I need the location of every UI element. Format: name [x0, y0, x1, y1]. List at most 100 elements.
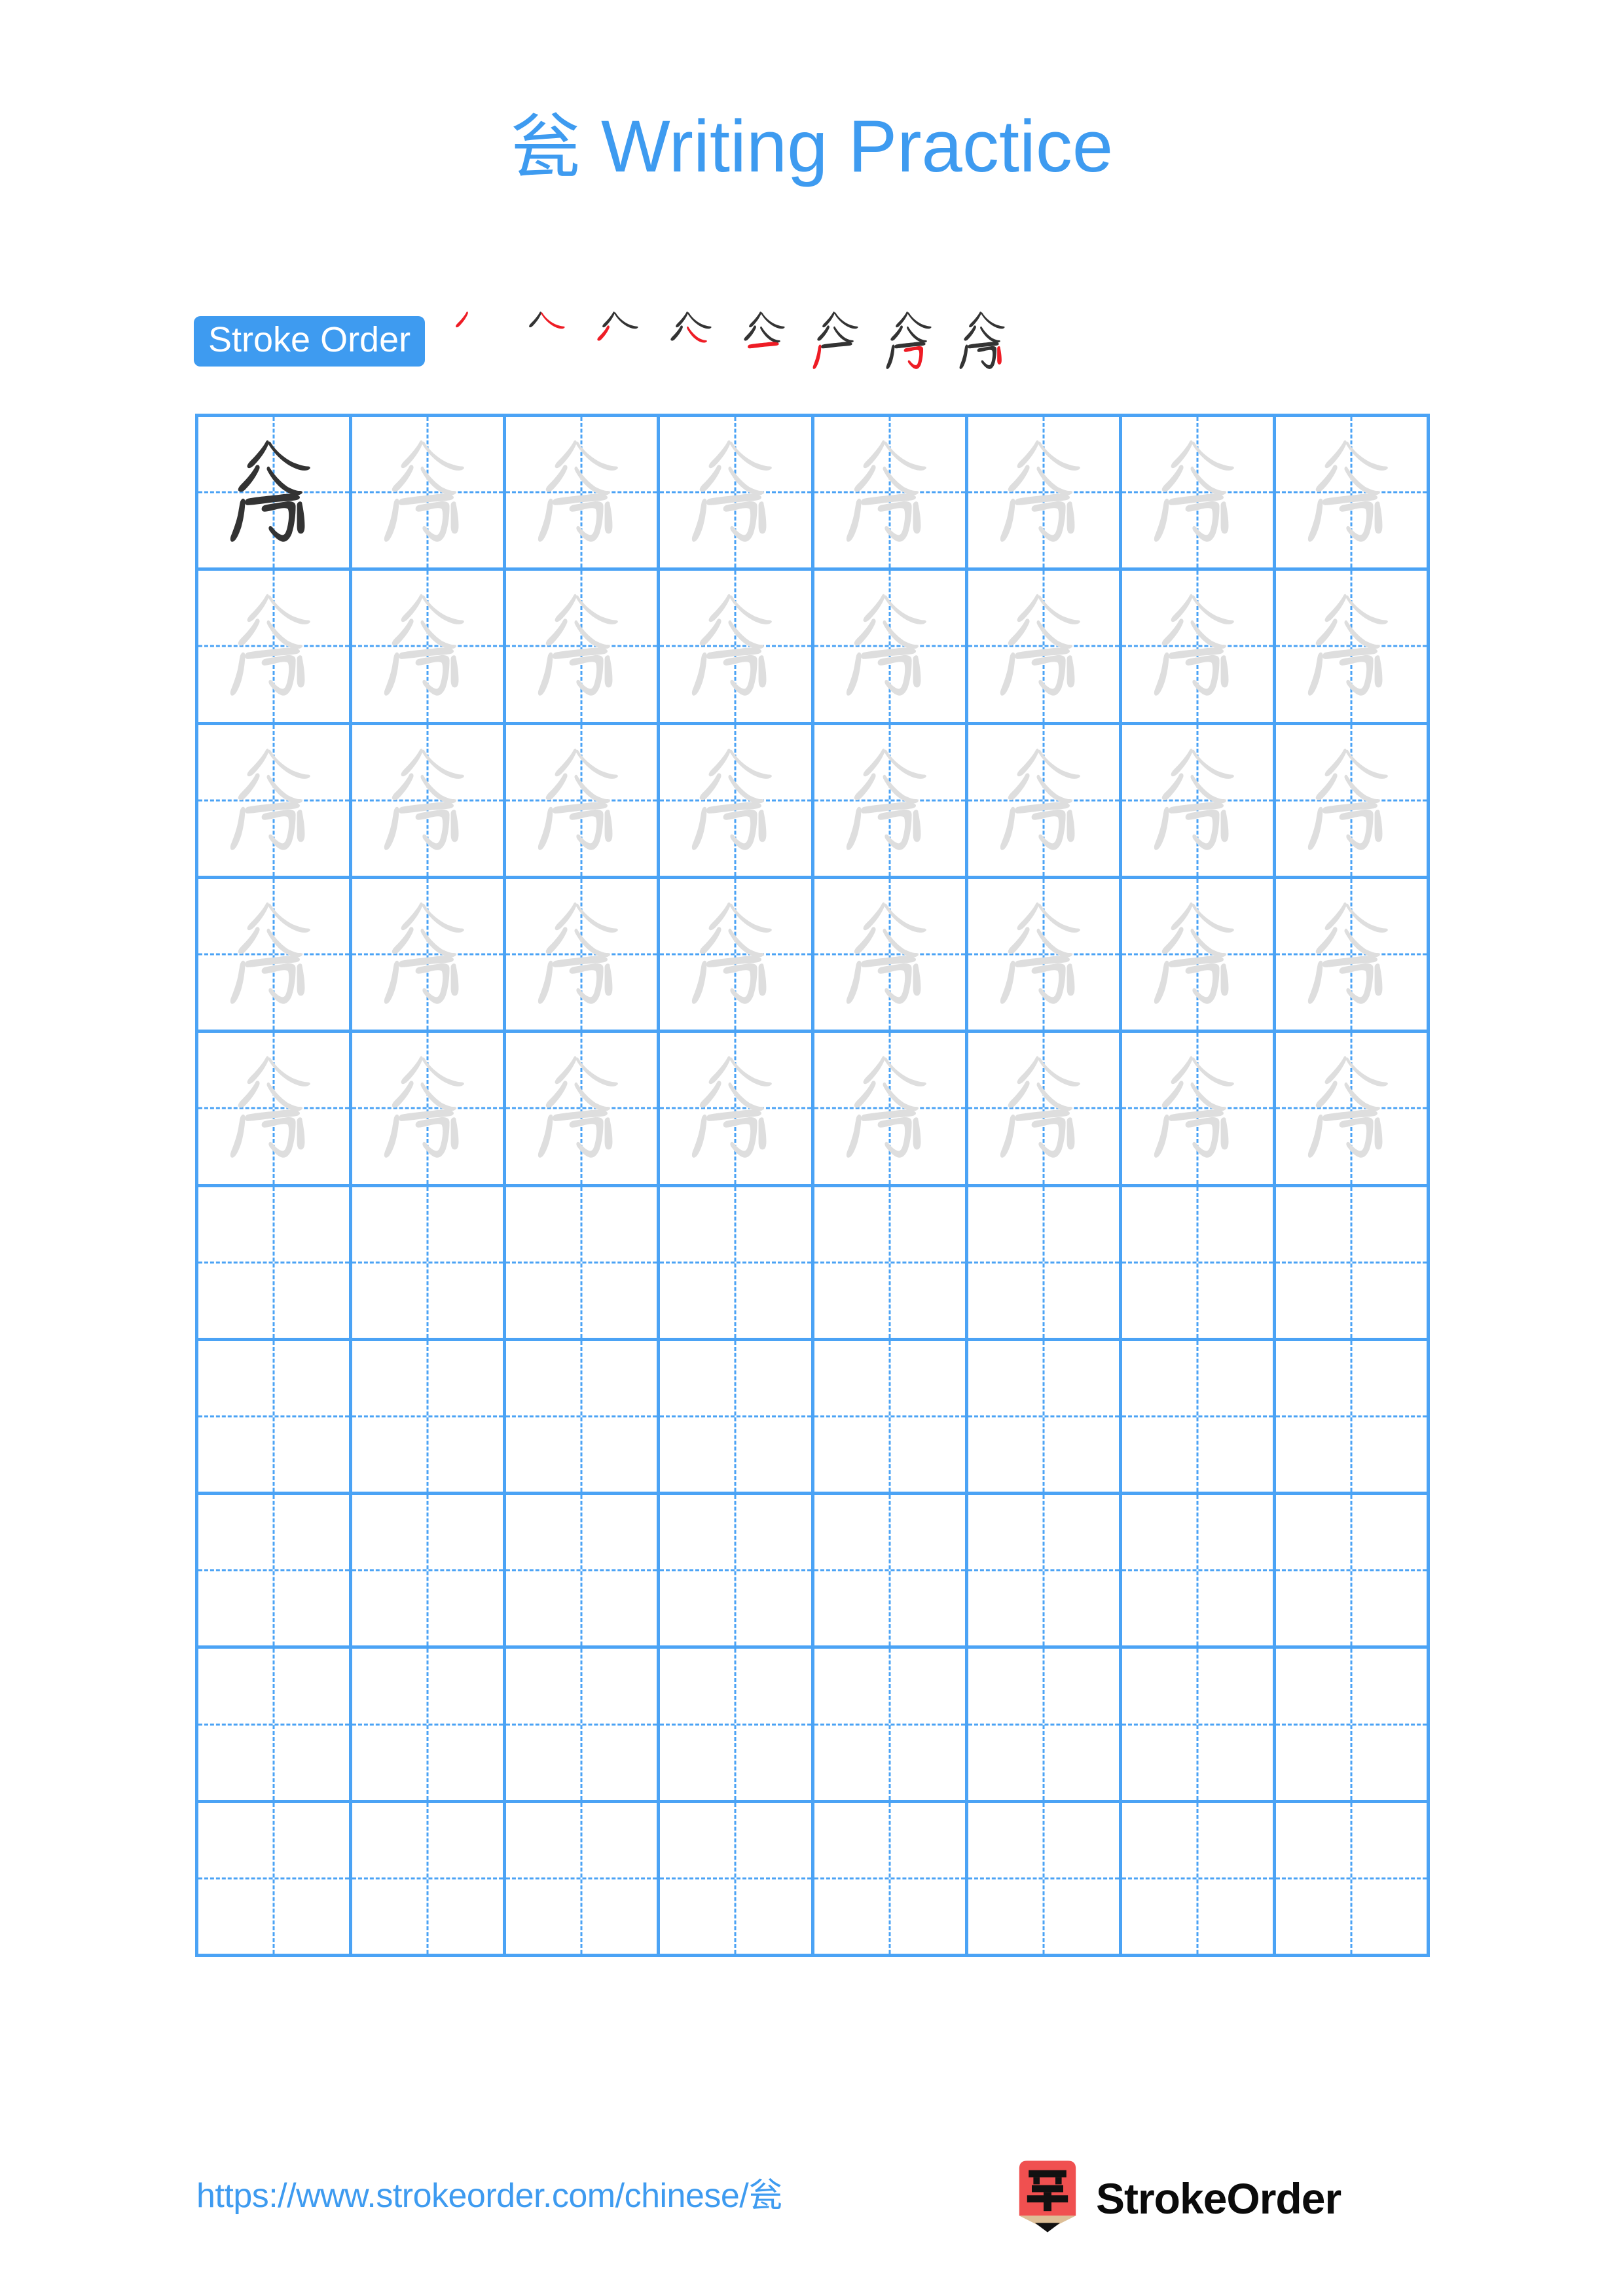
practice-cell-r4-c1[interactable]	[198, 878, 353, 1033]
practice-cell-r5-c2[interactable]	[352, 1033, 507, 1187]
practice-cell-r5-c1[interactable]	[198, 1033, 353, 1187]
practice-cell-r4-c6[interactable]	[968, 878, 1122, 1033]
practice-cell-r3-c3[interactable]	[506, 725, 661, 879]
practice-cell-r8-c2[interactable]	[352, 1495, 507, 1649]
traced-character	[660, 1033, 811, 1183]
stroke-order-step-2	[507, 304, 581, 378]
traced-character	[506, 571, 657, 721]
practice-cell-r7-c8[interactable]	[1275, 1340, 1430, 1496]
practice-cell-r8-c5[interactable]	[814, 1495, 968, 1649]
practice-cell-r3-c2[interactable]	[352, 725, 507, 879]
practice-cell-r7-c7[interactable]	[1122, 1340, 1276, 1496]
practice-cell-r5-c5[interactable]	[814, 1033, 968, 1187]
practice-cell-r10-c1[interactable]	[198, 1803, 353, 1957]
practice-cell-r2-c3[interactable]	[506, 571, 661, 725]
page-title-text: Writing Practice	[580, 105, 1114, 187]
practice-cell-r6-c8[interactable]	[1275, 1187, 1430, 1341]
practice-cell-r10-c3[interactable]	[506, 1803, 661, 1957]
practice-cell-r2-c2[interactable]	[352, 571, 507, 725]
practice-cell-r9-c6[interactable]	[968, 1649, 1122, 1803]
traced-character	[1276, 1033, 1427, 1183]
traced-character	[814, 879, 965, 1030]
practice-cell-r10-c4[interactable]	[660, 1803, 814, 1957]
practice-cell-r10-c7[interactable]	[1122, 1803, 1276, 1957]
practice-cell-r10-c8[interactable]	[1275, 1803, 1430, 1957]
traced-character	[506, 879, 657, 1030]
traced-character	[198, 879, 349, 1030]
stroke-order-step-8	[947, 304, 1021, 378]
practice-cell-r8-c7[interactable]	[1122, 1495, 1276, 1649]
practice-cell-r6-c6[interactable]	[968, 1187, 1122, 1341]
practice-cell-r5-c7[interactable]	[1122, 1033, 1276, 1187]
practice-cell-r9-c2[interactable]	[352, 1649, 507, 1803]
practice-cell-r2-c5[interactable]	[814, 571, 968, 725]
traced-character	[352, 879, 503, 1030]
practice-cell-r8-c8[interactable]	[1275, 1495, 1430, 1649]
practice-cell-r3-c4[interactable]	[660, 725, 814, 879]
practice-cell-r4-c8[interactable]	[1275, 878, 1430, 1033]
practice-cell-r1-c6[interactable]	[968, 417, 1122, 571]
practice-cell-r1-c3[interactable]	[506, 417, 661, 571]
practice-cell-r2-c8[interactable]	[1275, 571, 1430, 725]
practice-cell-r4-c7[interactable]	[1122, 878, 1276, 1033]
practice-cell-r7-c3[interactable]	[506, 1340, 661, 1496]
practice-cell-r6-c7[interactable]	[1122, 1187, 1276, 1341]
practice-cell-r3-c8[interactable]	[1275, 725, 1430, 879]
practice-cell-r1-c2[interactable]	[352, 417, 507, 571]
practice-cell-r8-c3[interactable]	[506, 1495, 661, 1649]
traced-character	[1122, 417, 1273, 567]
practice-cell-r1-c8[interactable]	[1275, 417, 1430, 571]
practice-cell-r9-c5[interactable]	[814, 1649, 968, 1803]
practice-cell-r9-c7[interactable]	[1122, 1649, 1276, 1803]
practice-cell-r2-c6[interactable]	[968, 571, 1122, 725]
stroke-order-step-7	[874, 304, 947, 378]
stroke-order-section: Stroke Order	[194, 305, 1438, 377]
practice-cell-r2-c4[interactable]	[660, 571, 814, 725]
practice-cell-r6-c4[interactable]	[660, 1187, 814, 1341]
practice-cell-r1-c7[interactable]	[1122, 417, 1276, 571]
practice-cell-r4-c5[interactable]	[814, 878, 968, 1033]
practice-cell-r9-c8[interactable]	[1275, 1649, 1430, 1803]
practice-cell-r10-c2[interactable]	[352, 1803, 507, 1957]
practice-cell-r9-c1[interactable]	[198, 1649, 353, 1803]
practice-cell-r5-c4[interactable]	[660, 1033, 814, 1187]
traced-character	[968, 1033, 1119, 1183]
practice-cell-r6-c1[interactable]	[198, 1187, 353, 1341]
practice-cell-r5-c6[interactable]	[968, 1033, 1122, 1187]
traced-character	[506, 417, 657, 567]
practice-cell-r3-c6[interactable]	[968, 725, 1122, 879]
practice-cell-r7-c6[interactable]	[968, 1340, 1122, 1496]
stroke-order-step-4	[654, 304, 727, 378]
stroke-order-step-3	[581, 304, 654, 378]
practice-cell-r6-c3[interactable]	[506, 1187, 661, 1341]
practice-cell-r1-c1[interactable]	[198, 417, 353, 571]
practice-cell-r8-c1[interactable]	[198, 1495, 353, 1649]
practice-cell-r5-c3[interactable]	[506, 1033, 661, 1187]
practice-cell-r8-c6[interactable]	[968, 1495, 1122, 1649]
practice-cell-r4-c4[interactable]	[660, 878, 814, 1033]
practice-cell-r6-c2[interactable]	[352, 1187, 507, 1341]
practice-cell-r7-c1[interactable]	[198, 1340, 353, 1496]
practice-cell-r2-c7[interactable]	[1122, 571, 1276, 725]
practice-cell-r3-c7[interactable]	[1122, 725, 1276, 879]
practice-cell-r3-c5[interactable]	[814, 725, 968, 879]
practice-cell-r2-c1[interactable]	[198, 571, 353, 725]
footer-url-link[interactable]: https://www.strokeorder.com/chinese/瓮	[196, 2168, 782, 2217]
practice-cell-r8-c4[interactable]	[660, 1495, 814, 1649]
practice-cell-r6-c5[interactable]	[814, 1187, 968, 1341]
practice-cell-r5-c8[interactable]	[1275, 1033, 1430, 1187]
traced-character	[352, 1033, 503, 1183]
practice-cell-r10-c5[interactable]	[814, 1803, 968, 1957]
practice-cell-r3-c1[interactable]	[198, 725, 353, 879]
practice-cell-r4-c2[interactable]	[352, 878, 507, 1033]
practice-cell-r7-c5[interactable]	[814, 1340, 968, 1496]
practice-cell-r4-c3[interactable]	[506, 878, 661, 1033]
practice-cell-r7-c4[interactable]	[660, 1340, 814, 1496]
practice-cell-r1-c5[interactable]	[814, 417, 968, 571]
practice-cell-r10-c6[interactable]	[968, 1803, 1122, 1957]
practice-cell-r9-c4[interactable]	[660, 1649, 814, 1803]
practice-cell-r1-c4[interactable]	[660, 417, 814, 571]
traced-character	[660, 417, 811, 567]
practice-cell-r9-c3[interactable]	[506, 1649, 661, 1803]
practice-cell-r7-c2[interactable]	[352, 1340, 507, 1496]
